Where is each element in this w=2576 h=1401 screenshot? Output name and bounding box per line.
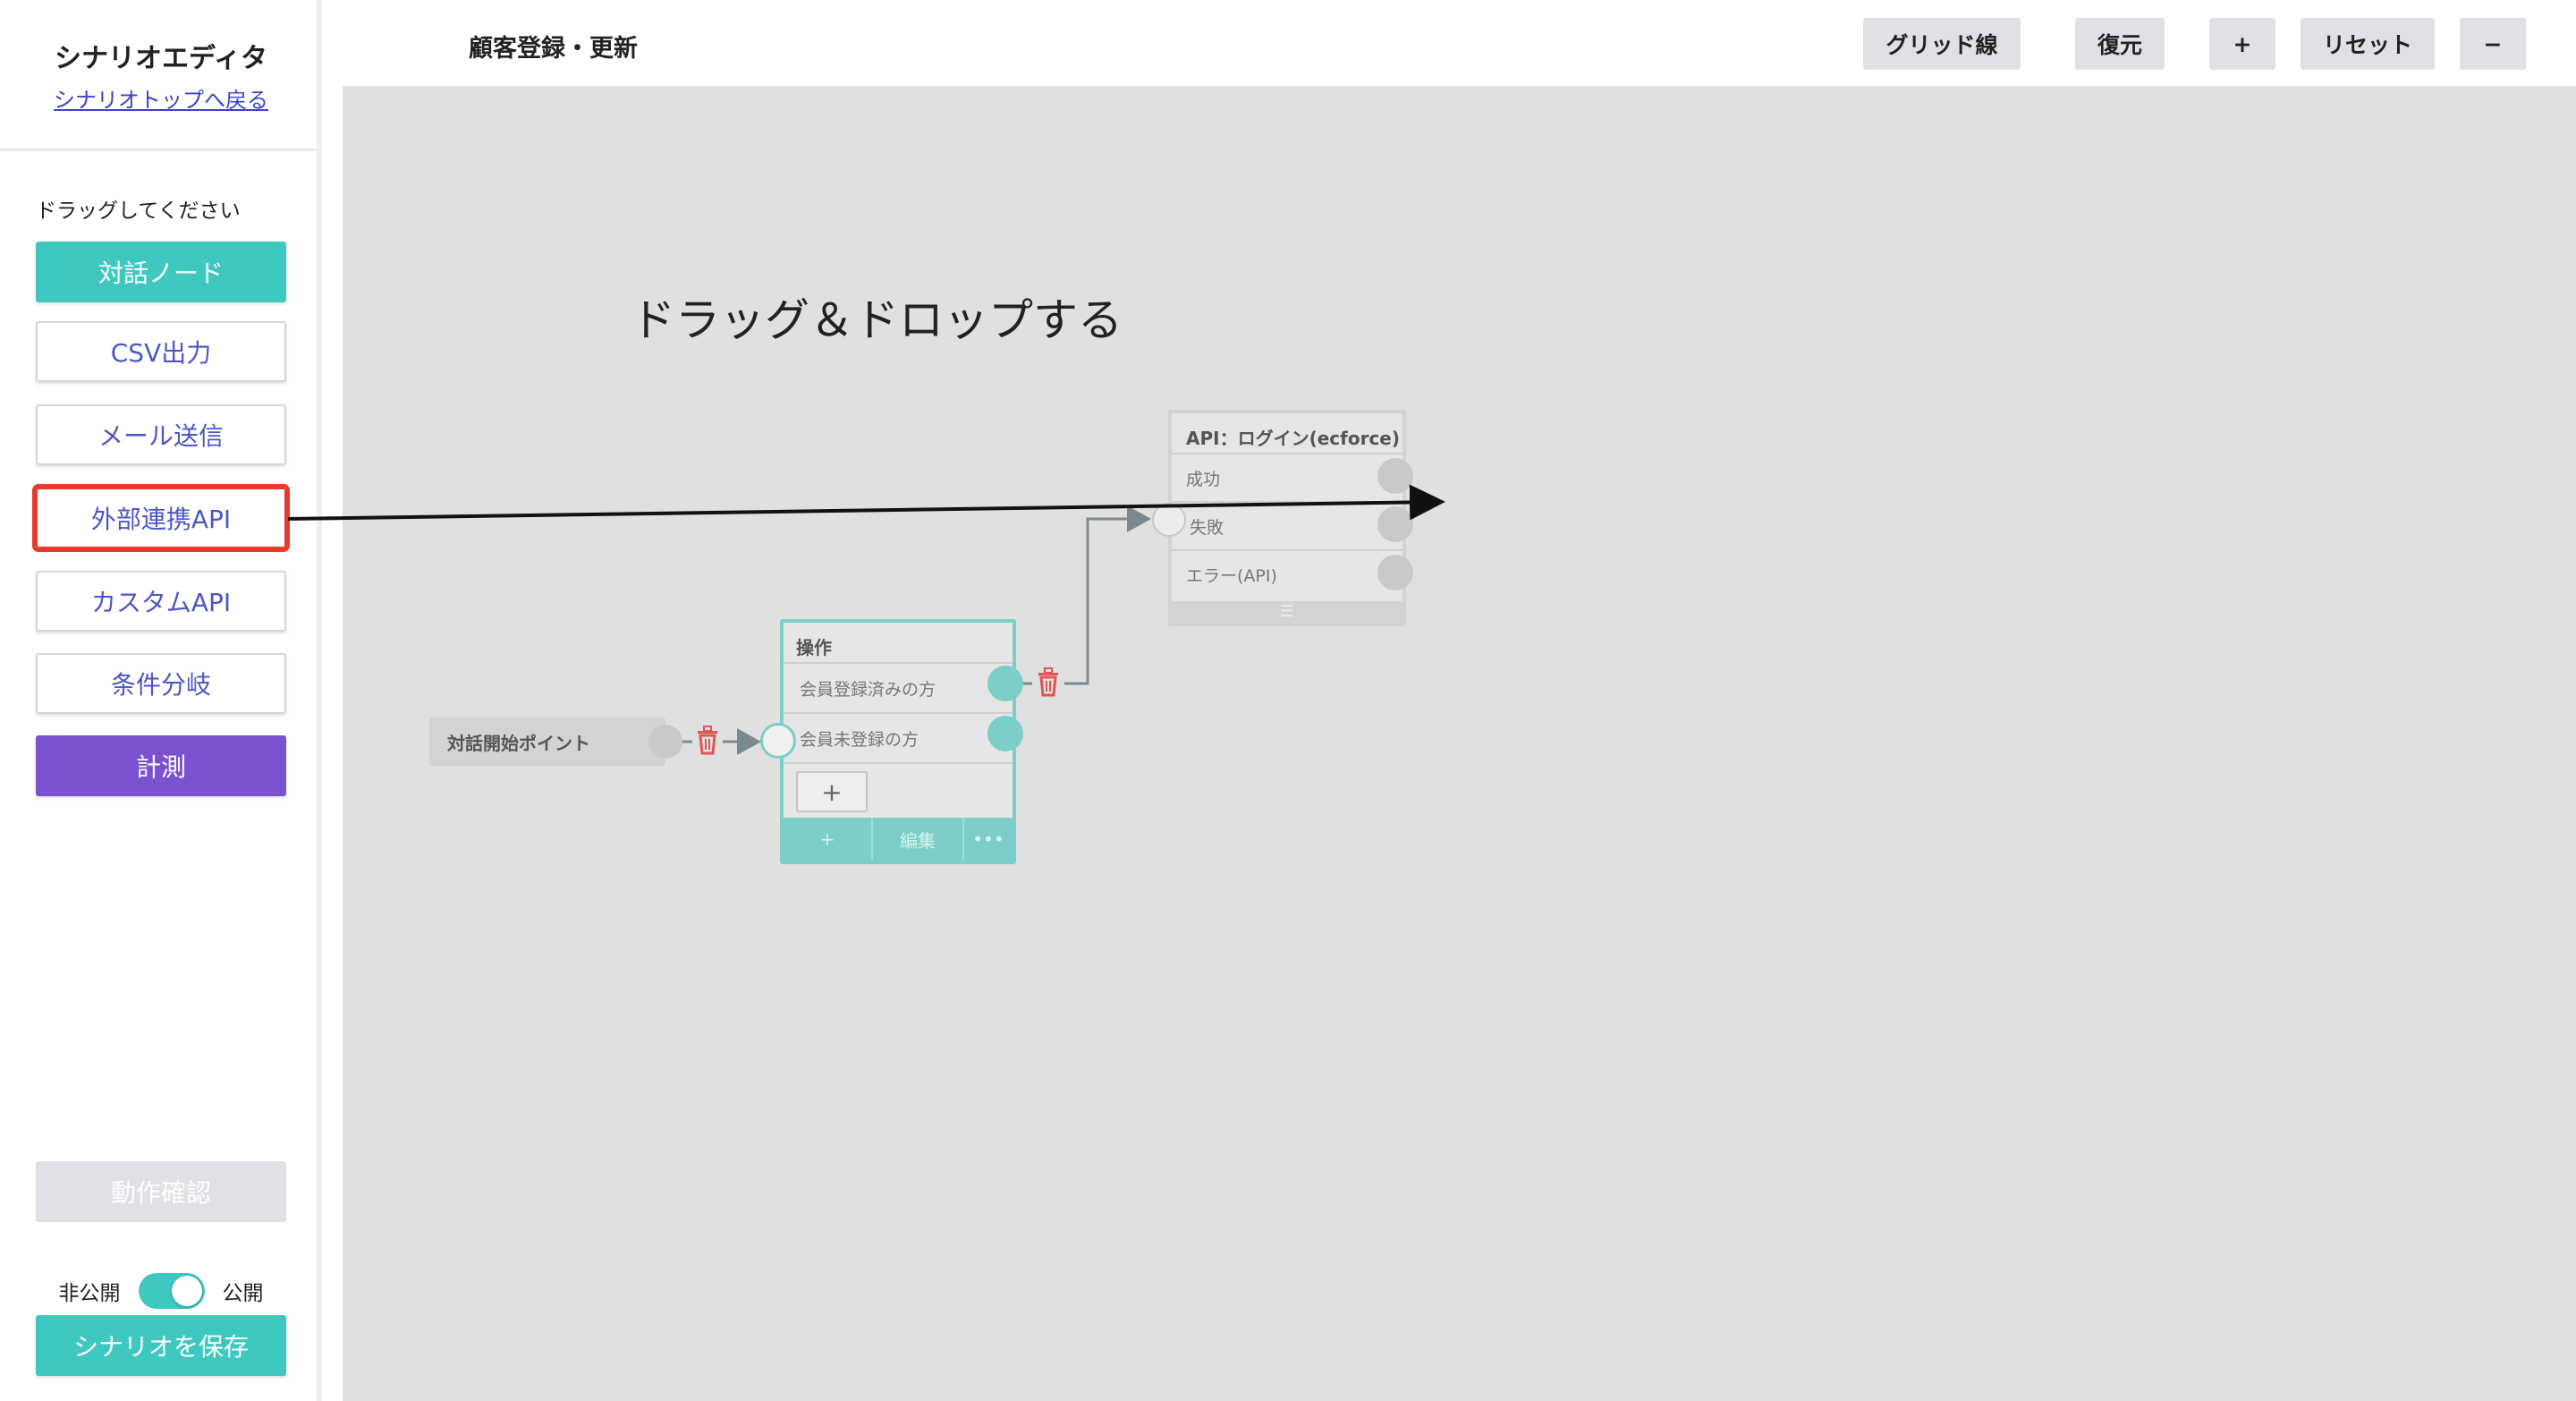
trash-icon[interactable] [698, 726, 717, 755]
trash-icon[interactable] [1038, 667, 1058, 697]
arrow-right-icon [287, 484, 1445, 521]
scenario-editor: シナリオエディタ シナリオトップへ戻る ドラッグしてください 対話ノード CSV… [0, 0, 2576, 1401]
connector-line [1064, 505, 1151, 685]
connector-layer [287, 484, 1445, 755]
